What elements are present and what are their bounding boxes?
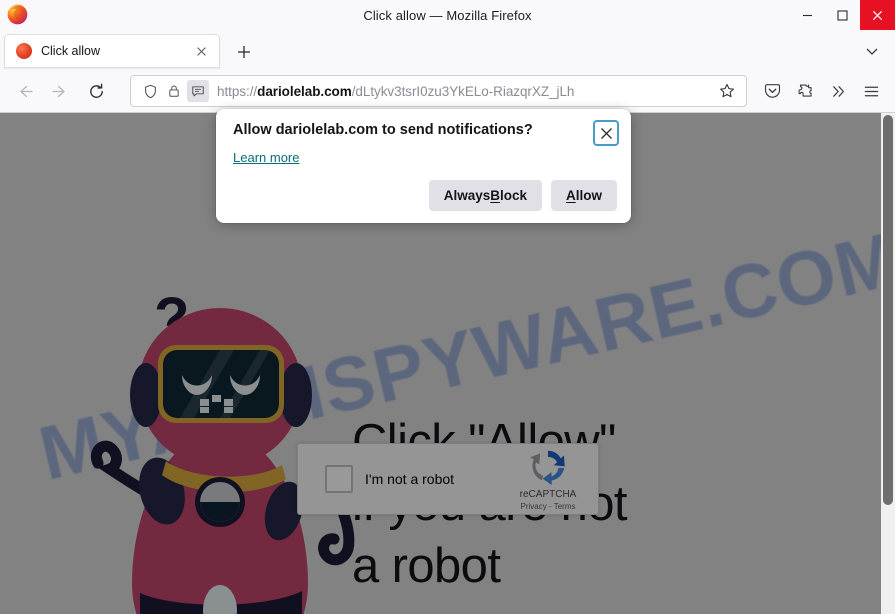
scrollbar-thumb[interactable] xyxy=(883,115,893,505)
address-bar-url[interactable]: https://dariolelab.com/dLtykv3tsrI0zu3Yk… xyxy=(217,84,713,99)
always-block-button[interactable]: Always Block xyxy=(428,180,542,211)
overflow-chevrons-icon[interactable] xyxy=(823,76,854,107)
tab-strip: Click allow xyxy=(0,30,895,70)
learn-more-link[interactable]: Learn more xyxy=(233,150,299,165)
always-block-prefix: Always xyxy=(443,188,491,203)
allow-suffix: llow xyxy=(575,188,602,203)
new-tab-button[interactable] xyxy=(230,38,258,66)
app-menu-hamburger-icon[interactable] xyxy=(856,76,887,107)
close-window-button[interactable] xyxy=(860,0,895,30)
list-all-tabs-chevron-down-icon[interactable] xyxy=(859,38,885,64)
window-controls xyxy=(790,0,895,30)
shield-icon[interactable] xyxy=(139,80,161,102)
tab-label: Click allow xyxy=(41,44,101,58)
allow-accesskey: A xyxy=(566,188,576,203)
maximize-button[interactable] xyxy=(825,0,860,30)
browser-tab[interactable]: Click allow xyxy=(4,34,220,68)
bookmark-star-icon[interactable] xyxy=(715,79,739,103)
window-title: Click allow — Mozilla Firefox xyxy=(363,7,532,23)
close-tab-icon[interactable] xyxy=(191,41,211,61)
url-host: dariolelab.com xyxy=(257,83,352,99)
notification-permission-icon[interactable] xyxy=(187,80,209,102)
firefox-logo-icon xyxy=(7,4,28,25)
extensions-puzzle-icon[interactable] xyxy=(790,76,821,107)
notification-permission-dialog: Allow dariolelab.com to send notificatio… xyxy=(216,109,631,223)
forward-button[interactable] xyxy=(44,75,76,107)
url-path: /dLtykv3tsrI0zu3YkELo-RiazqrXZ_jLh xyxy=(351,83,575,99)
close-dialog-button[interactable] xyxy=(593,120,619,146)
pocket-icon[interactable] xyxy=(757,76,788,107)
tab-favicon-icon xyxy=(16,43,32,59)
url-prefix: https:// xyxy=(217,83,258,99)
dialog-title: Allow dariolelab.com to send notificatio… xyxy=(233,122,533,138)
back-button[interactable] xyxy=(8,75,40,107)
navigation-toolbar: https://dariolelab.com/dLtykv3tsrI0zu3Yk… xyxy=(0,70,895,113)
toolbar-buttons xyxy=(757,76,887,107)
page-scrollbar[interactable] xyxy=(881,113,895,614)
reload-button[interactable] xyxy=(80,75,112,107)
always-block-suffix: lock xyxy=(499,188,527,203)
firefox-window: Click allow — Mozilla Firefox Click allo… xyxy=(0,0,895,614)
lock-icon[interactable] xyxy=(163,80,185,102)
title-bar: Click allow — Mozilla Firefox xyxy=(0,0,895,30)
address-bar[interactable]: https://dariolelab.com/dLtykv3tsrI0zu3Yk… xyxy=(130,75,747,107)
dialog-buttons: Always Block Allow xyxy=(428,180,617,211)
always-block-accesskey: B xyxy=(490,188,500,203)
allow-button[interactable]: Allow xyxy=(551,180,617,211)
minimize-button[interactable] xyxy=(790,0,825,30)
